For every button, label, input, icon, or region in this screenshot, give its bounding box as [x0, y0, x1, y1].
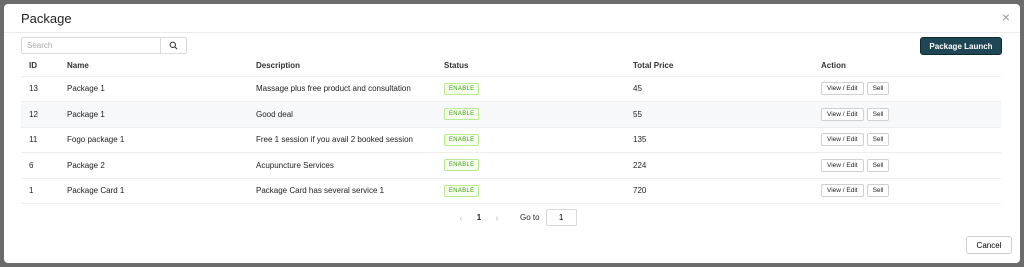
- cell-price: 45: [625, 75, 813, 102]
- cell-action: View / Edit Sell: [813, 75, 1001, 102]
- cell-name: Fogo package 1: [59, 126, 248, 153]
- cell-action: View / Edit Sell: [813, 152, 1001, 178]
- view-edit-button[interactable]: View / Edit: [821, 82, 864, 96]
- cell-name: Package 2: [59, 152, 248, 178]
- table-row: 11 Fogo package 1 Free 1 session if you …: [21, 126, 1001, 153]
- cell-action: View / Edit Sell: [813, 101, 1001, 127]
- chevron-left-icon[interactable]: ‹: [452, 213, 470, 223]
- status-badge: ENABLE: [444, 82, 480, 95]
- package-modal: Package × Package Launch ID Name Descrip…: [4, 4, 1020, 263]
- goto-page-input[interactable]: [545, 209, 577, 226]
- cell-id: 1: [21, 177, 59, 204]
- table-row: 12 Package 1 Good deal ENABLE 55 View / …: [21, 101, 1001, 127]
- table-header-row: ID Name Description Status Total Price A…: [21, 56, 1001, 76]
- column-header-name: Name: [67, 61, 89, 71]
- cell-status: ENABLE: [436, 101, 625, 127]
- sell-button[interactable]: Sell: [866, 107, 890, 121]
- cell-action: View / Edit Sell: [813, 126, 1001, 153]
- view-edit-button[interactable]: View / Edit: [821, 107, 864, 121]
- table-row: 1 Package Card 1 Package Card has severa…: [21, 177, 1001, 204]
- cell-name: Package Card 1: [59, 177, 248, 204]
- chevron-right-icon[interactable]: ›: [488, 213, 506, 223]
- search-icon: [169, 41, 178, 50]
- cell-description: Free 1 session if you avail 2 booked ses…: [248, 126, 436, 153]
- status-badge: ENABLE: [444, 184, 480, 197]
- table-row: 13 Package 1 Massage plus free product a…: [21, 75, 1001, 102]
- cell-description: Package Card has several service 1: [248, 177, 436, 204]
- cell-id: 11: [21, 126, 59, 153]
- page-number[interactable]: 1: [470, 213, 488, 222]
- sell-button[interactable]: Sell: [866, 133, 890, 147]
- cell-id: 12: [21, 101, 59, 127]
- cell-description: Good deal: [248, 101, 436, 127]
- cancel-button[interactable]: Cancel: [966, 236, 1012, 254]
- status-badge: ENABLE: [444, 108, 480, 121]
- package-table: ID Name Description Status Total Price A…: [21, 56, 1001, 204]
- view-edit-button[interactable]: View / Edit: [821, 158, 864, 172]
- modal-title: Package: [21, 11, 72, 26]
- cell-status: ENABLE: [436, 126, 625, 153]
- header-divider: [4, 32, 1020, 33]
- sell-button[interactable]: Sell: [866, 184, 890, 198]
- cell-price: 55: [625, 101, 813, 127]
- cell-name: Package 1: [59, 101, 248, 127]
- column-header-total-price: Total Price: [633, 61, 674, 71]
- cell-status: ENABLE: [436, 152, 625, 178]
- cell-id: 6: [21, 152, 59, 178]
- status-badge: ENABLE: [444, 133, 480, 146]
- cell-price: 720: [625, 177, 813, 204]
- close-icon[interactable]: ×: [1002, 10, 1010, 24]
- view-edit-button[interactable]: View / Edit: [821, 133, 864, 147]
- column-header-description: Description: [256, 61, 301, 71]
- cell-status: ENABLE: [436, 75, 625, 102]
- cell-description: Massage plus free product and consultati…: [248, 75, 436, 102]
- view-edit-button[interactable]: View / Edit: [821, 184, 864, 198]
- cell-id: 13: [21, 75, 59, 102]
- column-header-id: ID: [29, 61, 37, 71]
- package-launch-button[interactable]: Package Launch: [920, 37, 1002, 55]
- cell-status: ENABLE: [436, 177, 625, 204]
- sell-button[interactable]: Sell: [866, 82, 890, 96]
- sell-button[interactable]: Sell: [866, 158, 890, 172]
- cell-description: Acupuncture Services: [248, 152, 436, 178]
- cell-price: 135: [625, 126, 813, 153]
- cell-action: View / Edit Sell: [813, 177, 1001, 204]
- search-button[interactable]: [161, 37, 187, 54]
- cell-price: 224: [625, 152, 813, 178]
- search-input[interactable]: [21, 37, 161, 54]
- status-badge: ENABLE: [444, 159, 480, 172]
- pagination: ‹ 1 › Go to: [452, 209, 577, 226]
- table-row: 6 Package 2 Acupuncture Services ENABLE …: [21, 152, 1001, 178]
- cell-name: Package 1: [59, 75, 248, 102]
- search-bar: [21, 37, 187, 54]
- goto-label: Go to: [520, 213, 540, 222]
- column-header-status: Status: [444, 61, 469, 71]
- column-header-action: Action: [821, 61, 846, 71]
